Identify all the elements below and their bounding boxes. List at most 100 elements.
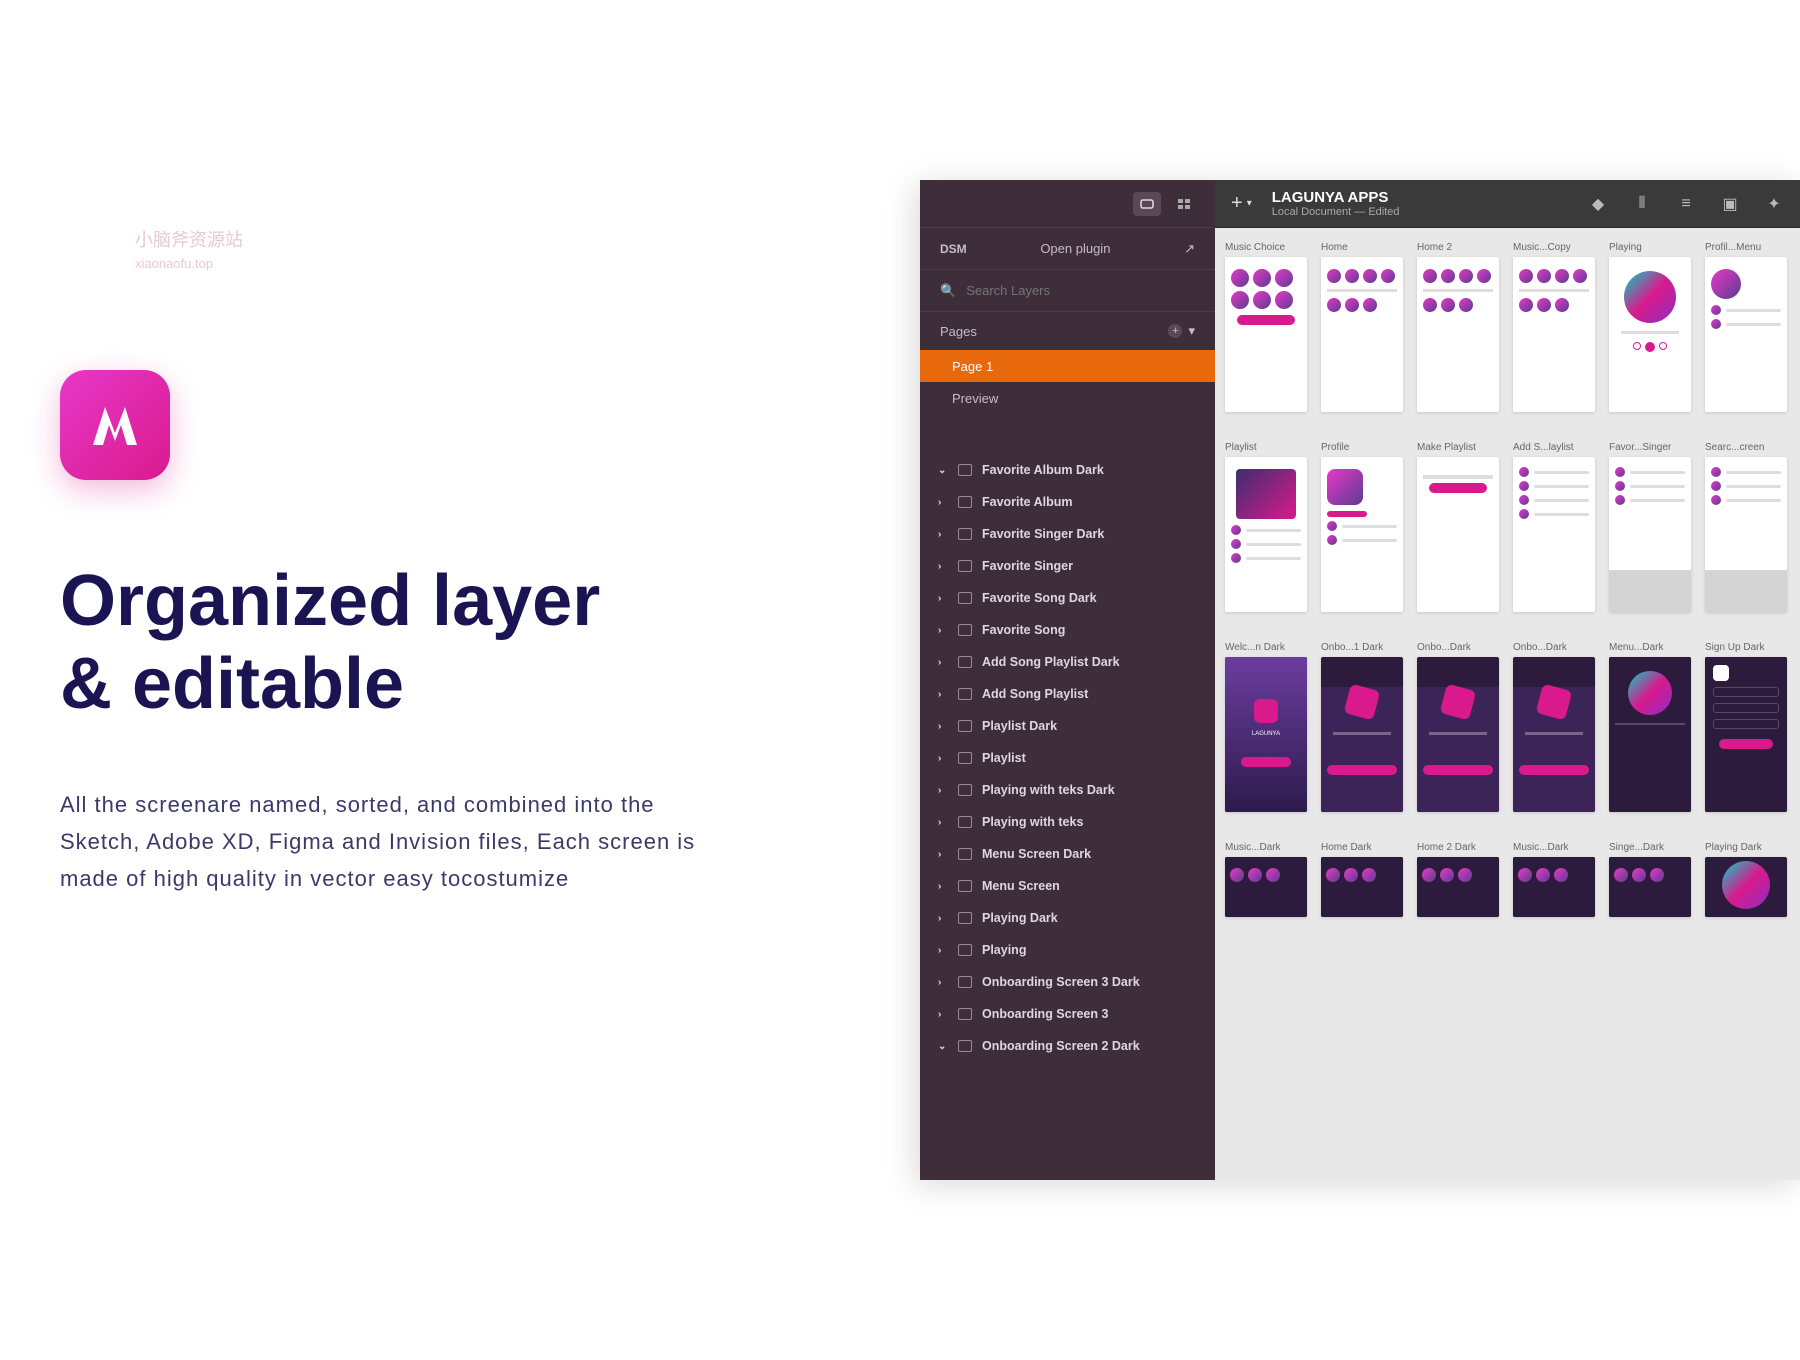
artboard-icon bbox=[958, 720, 972, 732]
artboard[interactable]: Playing Dark bbox=[1705, 842, 1787, 917]
artboard-frame bbox=[1705, 257, 1787, 412]
pages-list: Page 1Preview bbox=[920, 350, 1215, 414]
sidebar-top-controls bbox=[920, 180, 1215, 228]
artboard[interactable]: Home 2 bbox=[1417, 242, 1499, 412]
layer-item[interactable]: ›Menu Screen Dark bbox=[920, 838, 1215, 870]
layer-item[interactable]: › Playing Dark bbox=[920, 902, 1215, 934]
layer-label: Favorite Singer bbox=[982, 559, 1073, 573]
artboard-frame bbox=[1705, 657, 1787, 812]
layer-label: Playlist bbox=[982, 751, 1026, 765]
layer-item[interactable]: ›Onboarding Screen 3 bbox=[920, 998, 1215, 1030]
artboard-icon bbox=[958, 752, 972, 764]
artboard-label: Add S...laylist bbox=[1513, 442, 1595, 453]
layer-label: Favorite Song bbox=[982, 623, 1065, 637]
layer-item[interactable]: ⌄Onboarding Screen 2 Dark bbox=[920, 1030, 1215, 1062]
artboard[interactable]: Searc...creen bbox=[1705, 442, 1787, 612]
artboard[interactable]: Home bbox=[1321, 242, 1403, 412]
effects-tool-icon[interactable]: ✦ bbox=[1764, 194, 1784, 214]
artboard-icon bbox=[958, 464, 972, 476]
artboard-label: Playing bbox=[1609, 242, 1691, 253]
artboard[interactable]: Favor...Singer bbox=[1609, 442, 1691, 612]
page-item[interactable]: Page 1 bbox=[920, 350, 1215, 382]
chevron-icon: › bbox=[938, 849, 948, 860]
page-item[interactable]: Preview bbox=[920, 382, 1215, 414]
insert-button[interactable]: + ▾ bbox=[1231, 192, 1252, 215]
artboard-frame bbox=[1225, 457, 1307, 612]
layer-item[interactable]: ›Favorite Singer Dark bbox=[920, 518, 1215, 550]
artboard[interactable]: Onbo...Dark bbox=[1513, 642, 1595, 812]
artboard[interactable]: Music Choice bbox=[1225, 242, 1307, 412]
artboard-label: Onbo...Dark bbox=[1513, 642, 1595, 653]
artboard[interactable]: Profil...Menu bbox=[1705, 242, 1787, 412]
artboard[interactable]: Welc...n DarkLAGUNYA bbox=[1225, 642, 1307, 812]
plugin-row[interactable]: DSM Open plugin ↗ bbox=[920, 228, 1215, 270]
artboard-frame bbox=[1609, 457, 1691, 612]
layer-label: Playlist Dark bbox=[982, 719, 1057, 733]
layer-item[interactable]: › Favorite Song bbox=[920, 614, 1215, 646]
layer-item[interactable]: ›Favorite Song Dark bbox=[920, 582, 1215, 614]
artboard[interactable]: Onbo...1 Dark bbox=[1321, 642, 1403, 812]
artboard[interactable]: Singe...Dark bbox=[1609, 842, 1691, 917]
artboard-label: Playing Dark bbox=[1705, 842, 1787, 853]
search-layers-input[interactable] bbox=[966, 283, 1195, 298]
layer-item[interactable]: ›Favorite Singer bbox=[920, 550, 1215, 582]
canvas-header: + ▾ LAGUNYA APPS Local Document — Edited… bbox=[1215, 180, 1800, 228]
layer-item[interactable]: ⌄Favorite Album Dark bbox=[920, 454, 1215, 486]
view-single-button[interactable] bbox=[1133, 192, 1161, 216]
align-tool-icon[interactable]: ⫴ bbox=[1632, 194, 1652, 214]
mask-tool-icon[interactable]: ▣ bbox=[1720, 194, 1740, 214]
layer-item[interactable]: ›Add Song Playlist bbox=[920, 678, 1215, 710]
artboard-frame bbox=[1417, 857, 1499, 917]
layer-label: Playing Dark bbox=[982, 911, 1058, 925]
chevron-icon: › bbox=[938, 625, 948, 636]
add-page-icon[interactable]: +▾ bbox=[1168, 323, 1195, 339]
artboard[interactable]: Home 2 Dark bbox=[1417, 842, 1499, 917]
artboard[interactable]: Music...Dark bbox=[1225, 842, 1307, 917]
artboard-label: Onbo...1 Dark bbox=[1321, 642, 1403, 653]
artboard-frame bbox=[1609, 257, 1691, 412]
rectangle-icon bbox=[1139, 198, 1155, 210]
view-grid-button[interactable] bbox=[1171, 192, 1199, 216]
artboard-label: Home Dark bbox=[1321, 842, 1403, 853]
layers-list: ⌄Favorite Album Dark›Favorite Album›Favo… bbox=[920, 454, 1215, 1180]
shape-tool-icon[interactable]: ◆ bbox=[1588, 194, 1608, 214]
artboard-frame bbox=[1225, 857, 1307, 917]
layer-item[interactable]: ›Onboarding Screen 3 Dark bbox=[920, 966, 1215, 998]
chevron-icon: ⌄ bbox=[938, 1041, 948, 1052]
chevron-icon: › bbox=[938, 881, 948, 892]
artboard-label: Home bbox=[1321, 242, 1403, 253]
plugin-action-label: Open plugin bbox=[1040, 241, 1110, 256]
chevron-icon: › bbox=[938, 529, 948, 540]
artboard[interactable]: Playing bbox=[1609, 242, 1691, 412]
artboard-row: Music...DarkHome DarkHome 2 DarkMusic...… bbox=[1225, 842, 1790, 917]
artboard[interactable]: Onbo...Dark bbox=[1417, 642, 1499, 812]
artboard[interactable]: Profile bbox=[1321, 442, 1403, 612]
artboard-frame bbox=[1321, 257, 1403, 412]
artboard-icon bbox=[958, 528, 972, 540]
distribute-tool-icon[interactable]: ≡ bbox=[1676, 194, 1696, 214]
layer-item[interactable]: ›Playlist Dark bbox=[920, 710, 1215, 742]
artboard-frame bbox=[1321, 657, 1403, 812]
layer-item[interactable]: ›Add Song Playlist Dark bbox=[920, 646, 1215, 678]
artboard[interactable]: Music...Dark bbox=[1513, 842, 1595, 917]
plugin-label: DSM bbox=[940, 242, 967, 256]
layer-item[interactable]: ›Playing with teks Dark bbox=[920, 774, 1215, 806]
artboard-row: Music Choice Home Home 2Music...Copy Playin… bbox=[1225, 242, 1790, 412]
chevron-icon: › bbox=[938, 913, 948, 924]
layer-label: Add Song Playlist Dark bbox=[982, 655, 1120, 669]
artboard[interactable]: Home Dark bbox=[1321, 842, 1403, 917]
artboard[interactable]: Add S...laylist bbox=[1513, 442, 1595, 612]
artboard[interactable]: Sign Up Dark bbox=[1705, 642, 1787, 812]
layer-label: Playing bbox=[982, 943, 1026, 957]
layer-item[interactable]: ›Favorite Album bbox=[920, 486, 1215, 518]
canvas-body[interactable]: Music Choice Home Home 2Music...Copy Playin… bbox=[1215, 228, 1800, 1180]
artboard[interactable]: Make Playlist bbox=[1417, 442, 1499, 612]
layer-item[interactable]: ›Playing with teks bbox=[920, 806, 1215, 838]
artboard[interactable]: Menu...Dark bbox=[1609, 642, 1691, 812]
artboard[interactable]: Playlist bbox=[1225, 442, 1307, 612]
artboard[interactable]: Music...Copy bbox=[1513, 242, 1595, 412]
layer-item[interactable]: ›Playlist bbox=[920, 742, 1215, 774]
artboard-icon bbox=[958, 688, 972, 700]
layer-item[interactable]: ›Menu Screen bbox=[920, 870, 1215, 902]
layer-item[interactable]: ›Playing bbox=[920, 934, 1215, 966]
